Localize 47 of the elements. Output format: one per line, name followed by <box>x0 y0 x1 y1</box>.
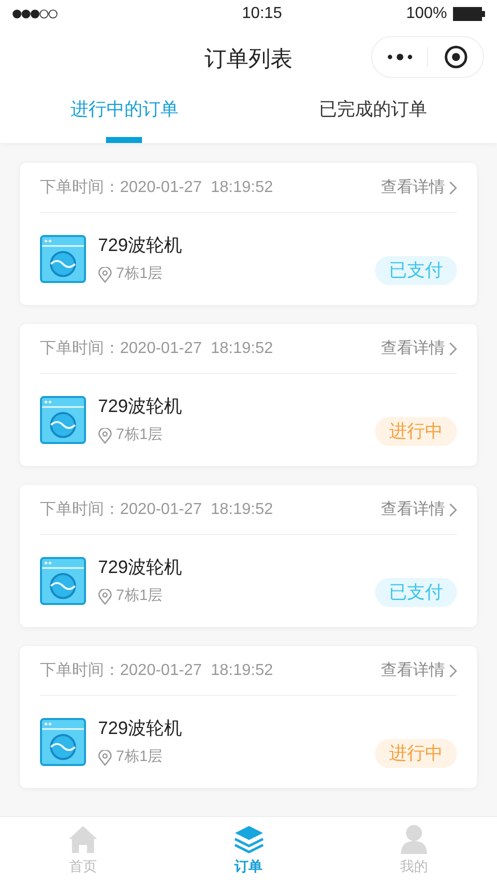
location-pin-icon <box>98 750 112 766</box>
order-time: 下单时间：2020-01-27 18:19:52 <box>40 178 274 198</box>
order-tab[interactable]: 进行中的订单 <box>0 88 248 143</box>
layers-icon <box>234 824 264 854</box>
tab-bar-item[interactable]: 我的 <box>331 817 497 883</box>
page-title: 订单列表 <box>204 44 292 72</box>
washing-machine-icon <box>40 235 86 283</box>
washing-machine-icon <box>40 396 86 444</box>
details-link[interactable]: 查看详情 <box>381 498 457 522</box>
chevron-right-icon <box>449 502 457 516</box>
more-icon <box>386 53 412 61</box>
target-icon <box>444 45 468 69</box>
location-pin-icon <box>98 588 112 604</box>
chevron-right-icon <box>449 342 457 356</box>
machine-name: 729波轮机 <box>98 395 184 418</box>
details-link[interactable]: 查看详情 <box>381 658 457 682</box>
details-link[interactable]: 查看详情 <box>381 176 457 200</box>
washing-machine-icon <box>40 718 86 766</box>
status-badge: 进行中 <box>375 417 457 446</box>
home-icon <box>68 824 98 854</box>
battery-icon <box>453 7 485 21</box>
order-time: 下单时间：2020-01-27 18:19:52 <box>40 660 274 680</box>
machine-name: 729波轮机 <box>98 717 184 740</box>
status-badge: 已支付 <box>375 578 457 607</box>
clock-time: 10:15 <box>242 4 282 24</box>
location-pin-icon <box>98 266 112 282</box>
status-badge: 进行中 <box>375 739 457 768</box>
details-link[interactable]: 查看详情 <box>381 336 457 360</box>
location-text: 7栋1层 <box>116 747 163 768</box>
tab-bar-item[interactable]: 订单 <box>166 817 332 883</box>
washing-machine-icon <box>40 557 86 605</box>
signal-icon <box>12 9 58 19</box>
chevron-right-icon <box>449 180 457 194</box>
location-text: 7栋1层 <box>116 586 163 606</box>
order-time: 下单时间：2020-01-27 18:19:52 <box>40 500 274 520</box>
order-time: 下单时间：2020-01-27 18:19:52 <box>40 338 274 358</box>
machine-name: 729波轮机 <box>98 234 184 258</box>
status-badge: 已支付 <box>375 256 457 285</box>
person-icon <box>399 824 430 854</box>
battery-percent: 100% <box>406 4 447 24</box>
order-tab[interactable]: 已完成的订单 <box>248 88 497 143</box>
tab-bar-item[interactable]: 首页 <box>0 817 166 883</box>
location-text: 7栋1层 <box>116 264 163 284</box>
machine-name: 729波轮机 <box>98 556 184 580</box>
chevron-right-icon <box>449 664 457 678</box>
location-text: 7栋1层 <box>116 425 163 446</box>
location-pin-icon <box>98 428 112 444</box>
